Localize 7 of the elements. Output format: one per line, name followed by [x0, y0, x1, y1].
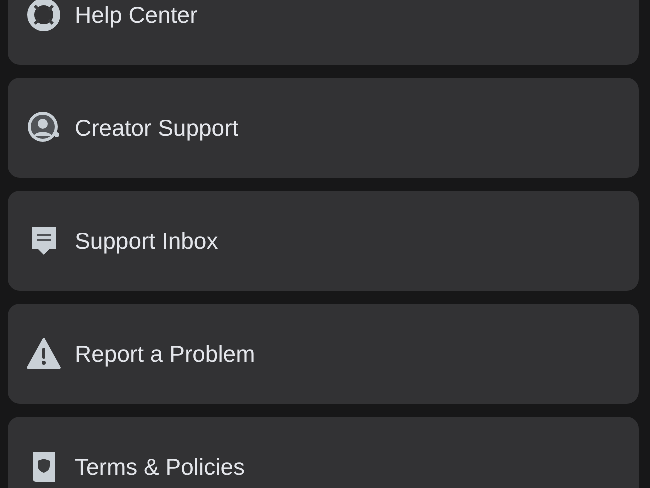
menu-item[interactable]: Help Center: [8, 0, 639, 65]
warning-icon: [26, 336, 62, 372]
menu-item[interactable]: Terms & Policies: [8, 417, 639, 488]
menu-item[interactable]: Creator Support: [8, 78, 639, 178]
menu-item[interactable]: Support Inbox: [8, 191, 639, 291]
menu-item[interactable]: Report a Problem: [8, 304, 639, 404]
lifebuoy-icon: [26, 0, 62, 33]
